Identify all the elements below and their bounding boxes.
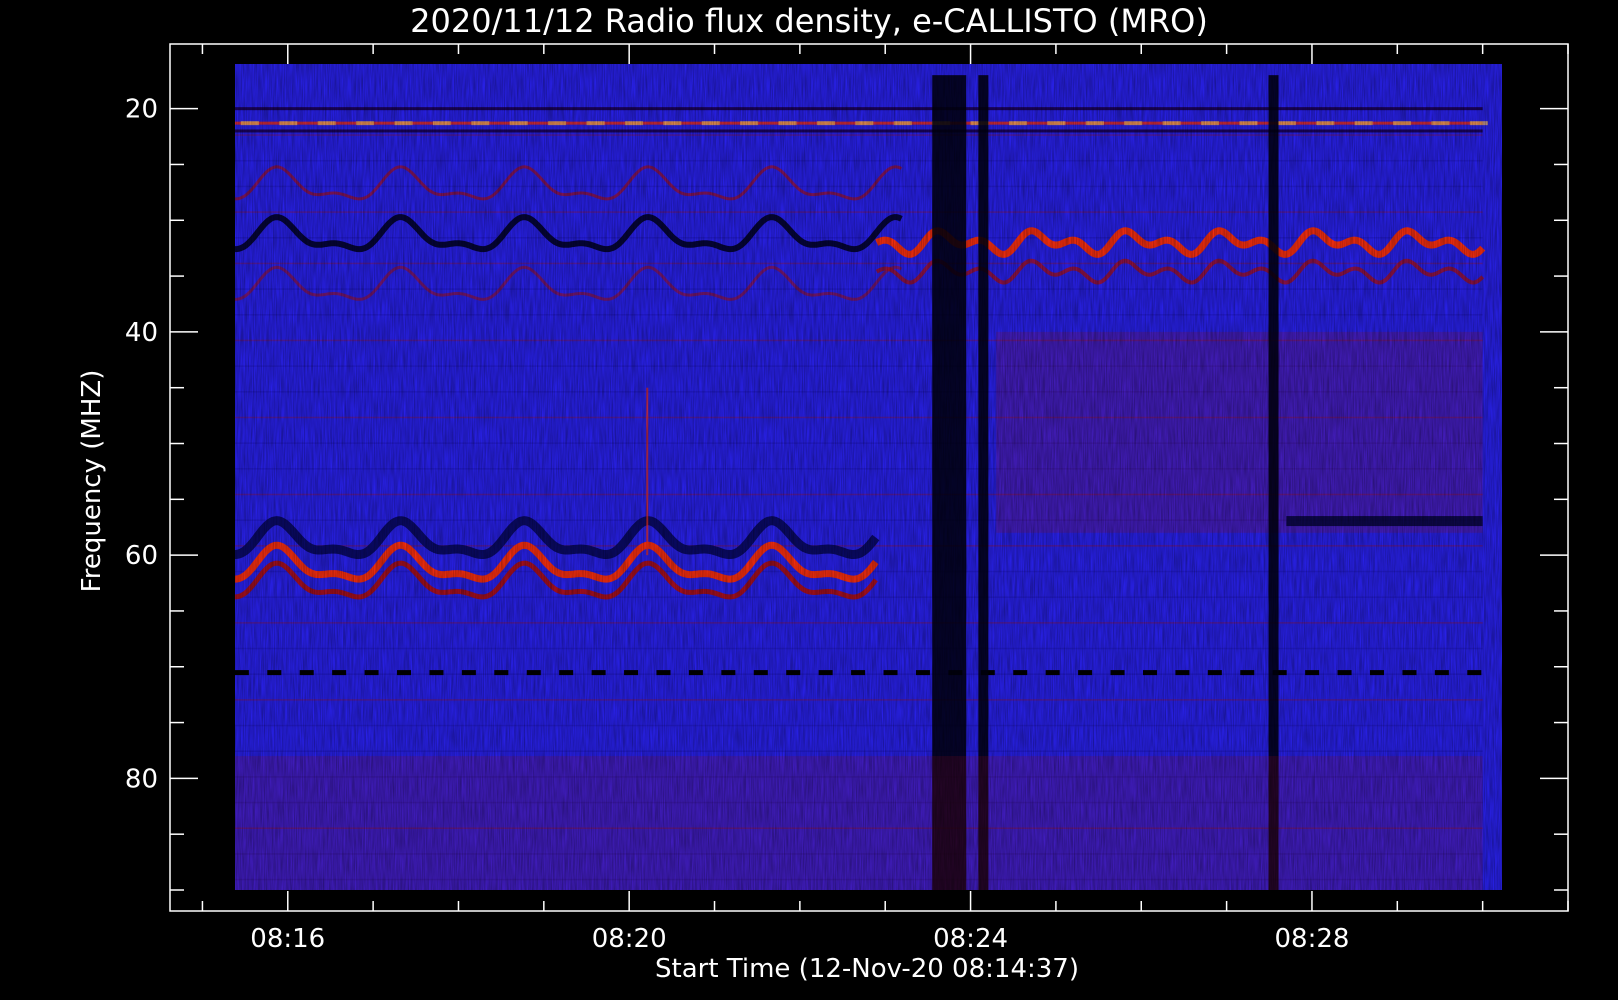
y-tick-label: 80 (125, 764, 158, 794)
y-tick-label: 60 (125, 541, 158, 571)
x-tick-label: 08:20 (592, 924, 667, 954)
heatmap-noise (235, 64, 1502, 890)
heatmap-area (202, 64, 1502, 890)
x-axis-label: Start Time (12-Nov-20 08:14:37) (655, 954, 1079, 984)
spectrogram-chart: 2020/11/12 Radio flux density, e-CALLIST… (77, 2, 1569, 984)
y-tick-label: 20 (125, 95, 158, 125)
interference-spot (202, 121, 220, 125)
y-axis-label: Frequency (MHZ) (77, 370, 107, 593)
y-tick-label: 40 (125, 318, 158, 348)
x-tick-label: 08:24 (933, 924, 1008, 954)
x-tick-label: 08:16 (250, 924, 325, 954)
dash-segment (202, 670, 216, 675)
x-tick-label: 08:28 (1274, 924, 1349, 954)
chart-title: 2020/11/12 Radio flux density, e-CALLIST… (410, 2, 1208, 40)
